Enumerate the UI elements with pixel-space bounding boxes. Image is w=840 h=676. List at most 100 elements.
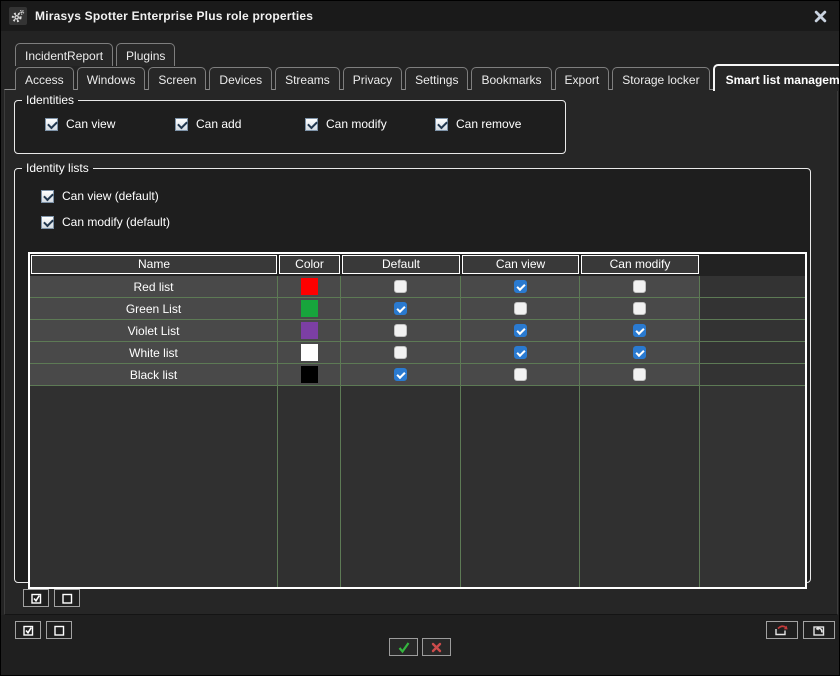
default-cell bbox=[341, 342, 461, 363]
row-filler-cell bbox=[700, 342, 805, 363]
identities-options: Can view Can add Can modify Can remove bbox=[15, 107, 565, 131]
cancel-button[interactable] bbox=[422, 638, 451, 656]
check-all-icon bbox=[30, 592, 43, 605]
can-modify-default-checkbox[interactable] bbox=[41, 216, 54, 229]
role-properties-dialog: Mirasys Spotter Enterprise Plus role pro… bbox=[0, 0, 840, 676]
color-swatch bbox=[301, 278, 318, 295]
can-view-checkbox[interactable] bbox=[514, 368, 527, 381]
row-filler-cell bbox=[700, 364, 805, 385]
column-header-can-modify: Can modify bbox=[581, 255, 699, 274]
can-modify-cell bbox=[580, 364, 700, 385]
default-cell bbox=[341, 298, 461, 319]
table-row[interactable]: White list bbox=[30, 342, 805, 364]
table-row[interactable]: Black list bbox=[30, 364, 805, 386]
identity-lists-groupbox: Identity lists Can view (default) Can mo… bbox=[14, 161, 811, 583]
tab-row-main: Access Windows Screen Devices Streams Pr… bbox=[15, 65, 840, 90]
table-row[interactable]: Red list bbox=[30, 276, 805, 298]
list-name-cell: Red list bbox=[30, 276, 278, 297]
column-header-name: Name bbox=[31, 255, 277, 274]
tab-bookmarks[interactable]: Bookmarks bbox=[471, 67, 551, 90]
tab-screen[interactable]: Screen bbox=[148, 67, 206, 90]
can-view-checkbox[interactable] bbox=[514, 324, 527, 337]
tab-plugins[interactable]: Plugins bbox=[116, 43, 175, 66]
can-remove-checkbox[interactable] bbox=[435, 118, 448, 131]
can-view-checkbox[interactable] bbox=[514, 302, 527, 315]
uncheck-all-icon bbox=[61, 592, 74, 605]
list-color-cell bbox=[278, 364, 341, 385]
can-modify-checkbox[interactable] bbox=[633, 302, 646, 315]
smart-list-table: Name Color Default Can view Can modify R… bbox=[28, 252, 807, 589]
check-all-icon bbox=[22, 624, 35, 637]
revert-button[interactable] bbox=[766, 621, 798, 639]
checkbox-label: Can view bbox=[66, 117, 115, 131]
can-modify-checkbox[interactable] bbox=[305, 118, 318, 131]
page-check-all-button[interactable] bbox=[15, 621, 41, 639]
gear-icon bbox=[9, 7, 27, 25]
can-modify-checkbox[interactable] bbox=[633, 346, 646, 359]
tab-incidentreport[interactable]: IncidentReport bbox=[15, 43, 113, 66]
can-modify-checkbox[interactable] bbox=[633, 324, 646, 337]
can-modify-cell bbox=[580, 298, 700, 319]
page-select-buttons bbox=[15, 621, 72, 639]
column-header-can-view: Can view bbox=[462, 255, 579, 274]
can-view-checkbox[interactable] bbox=[514, 346, 527, 359]
can-view-cell bbox=[461, 320, 580, 341]
undo-button[interactable] bbox=[803, 621, 835, 639]
can-modify-checkbox[interactable] bbox=[633, 368, 646, 381]
default-checkbox[interactable] bbox=[394, 302, 407, 315]
tab-export[interactable]: Export bbox=[555, 67, 610, 90]
default-checkbox[interactable] bbox=[394, 324, 407, 337]
tab-smart-list-management[interactable]: Smart list management bbox=[713, 64, 840, 91]
list-color-cell bbox=[278, 298, 341, 319]
can-view-checkbox[interactable] bbox=[45, 118, 58, 131]
cancel-x-icon bbox=[430, 641, 443, 654]
color-swatch bbox=[301, 344, 318, 361]
close-icon[interactable] bbox=[811, 8, 829, 24]
redo-red-arrow-icon bbox=[773, 624, 791, 637]
list-name-cell: Violet List bbox=[30, 320, 278, 341]
default-checkbox[interactable] bbox=[394, 280, 407, 293]
undo-arrow-icon bbox=[810, 624, 828, 637]
tab-devices[interactable]: Devices bbox=[209, 67, 272, 90]
tab-streams[interactable]: Streams bbox=[275, 67, 340, 90]
identities-option: Can view bbox=[45, 117, 175, 131]
can-view-checkbox[interactable] bbox=[514, 280, 527, 293]
tab-settings[interactable]: Settings bbox=[405, 67, 468, 90]
identity-lists-legend: Identity lists bbox=[22, 161, 93, 175]
identities-option: Can remove bbox=[435, 117, 565, 131]
table-header: Name Color Default Can view Can modify bbox=[30, 254, 805, 276]
identities-option: Can modify bbox=[305, 117, 435, 131]
table-empty-area bbox=[30, 386, 805, 587]
default-checkbox[interactable] bbox=[394, 368, 407, 381]
table-body: Red listGreen ListViolet ListWhite listB… bbox=[30, 276, 805, 386]
tab-windows[interactable]: Windows bbox=[77, 67, 146, 90]
identities-option: Can add bbox=[175, 117, 305, 131]
tab-privacy[interactable]: Privacy bbox=[343, 67, 402, 90]
can-view-default-checkbox[interactable] bbox=[41, 190, 54, 203]
can-add-checkbox[interactable] bbox=[175, 118, 188, 131]
default-checkbox[interactable] bbox=[394, 346, 407, 359]
table-uncheck-all-button[interactable] bbox=[54, 589, 80, 607]
identity-lists-options: Can view (default) Can modify (default) bbox=[15, 175, 810, 235]
tab-access[interactable]: Access bbox=[15, 67, 74, 90]
checkbox-label: Can modify bbox=[326, 117, 387, 131]
tab-storage-locker[interactable]: Storage locker bbox=[612, 67, 709, 90]
page-uncheck-all-button[interactable] bbox=[46, 621, 72, 639]
table-row[interactable]: Violet List bbox=[30, 320, 805, 342]
row-filler-cell bbox=[700, 320, 805, 341]
column-header-color: Color bbox=[279, 255, 340, 274]
title-bar: Mirasys Spotter Enterprise Plus role pro… bbox=[1, 1, 839, 31]
list-name-cell: White list bbox=[30, 342, 278, 363]
color-swatch bbox=[301, 322, 318, 339]
checkbox-label: Can view (default) bbox=[62, 189, 159, 203]
uncheck-all-icon bbox=[53, 624, 66, 637]
can-view-cell bbox=[461, 276, 580, 297]
table-row[interactable]: Green List bbox=[30, 298, 805, 320]
row-filler-cell bbox=[700, 298, 805, 319]
ok-button[interactable] bbox=[389, 638, 418, 656]
table-check-all-button[interactable] bbox=[23, 589, 49, 607]
column-header-default: Default bbox=[342, 255, 460, 274]
can-modify-checkbox[interactable] bbox=[633, 280, 646, 293]
can-view-cell bbox=[461, 342, 580, 363]
column-header-filler bbox=[701, 255, 804, 274]
